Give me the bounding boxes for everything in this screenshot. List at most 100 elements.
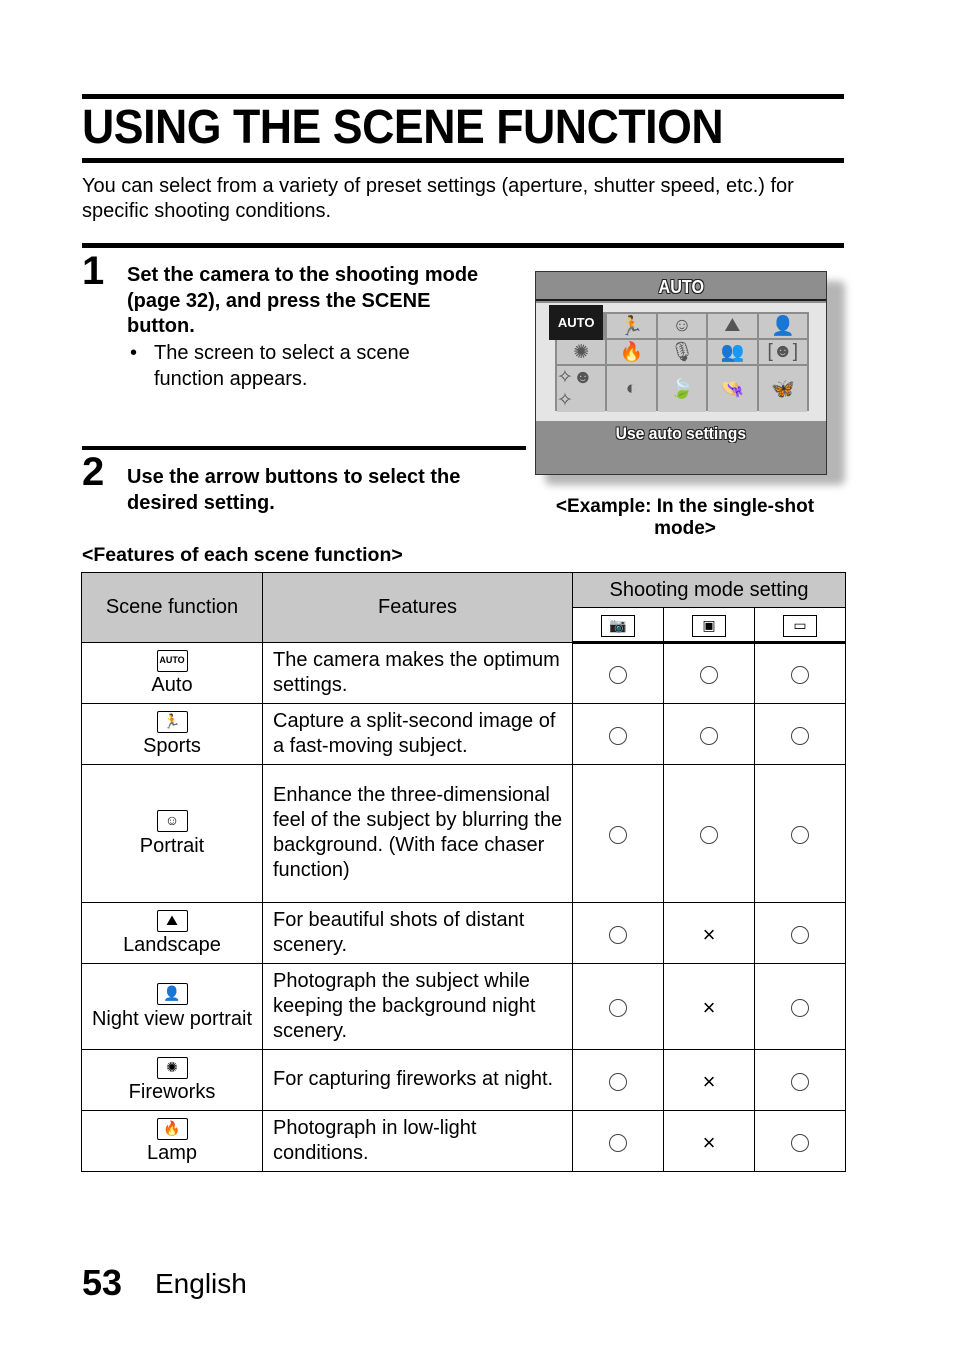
camera-screen-header: AUTO <box>536 272 826 301</box>
unavailable-mark: × <box>702 1068 716 1094</box>
mode-icon-header: ▭ <box>753 607 847 644</box>
bullet-dot: • <box>130 342 138 364</box>
table-row: ✺ Fireworks For capturing fireworks at nig… <box>81 1049 847 1111</box>
sequential-shot-icon: ▣ <box>692 615 726 637</box>
mode-availability-cell <box>753 1110 847 1172</box>
step-number: 2 <box>82 450 105 494</box>
fireworks-icon[interactable]: ✺ <box>557 340 606 364</box>
page-title: USING THE SCENE FUNCTION <box>82 101 724 154</box>
hat-icon[interactable]: 👒 <box>708 366 757 412</box>
mode-availability-cell <box>572 703 664 765</box>
available-mark <box>609 666 627 685</box>
mode-availability-cell <box>572 1049 664 1111</box>
scene-cell: 🔥 Lamp <box>81 1110 263 1172</box>
lamp-scene-icon: 🔥 <box>156 1117 188 1140</box>
table-row: 🔥 Lamp Photograph in low-light conditions.… <box>81 1110 847 1172</box>
scene-name: Sports <box>143 735 201 757</box>
intro-text: You can select from a variety of preset … <box>82 175 794 222</box>
mode-availability-cell <box>663 703 755 765</box>
scene-icon-grid: AUTO 🏃 ☺ ⛰ 👤 ✺ 🔥 🎙 👥 [☻] ✧☻✧ ◐ 🍃 👒 🦋 <box>549 305 809 412</box>
available-mark <box>791 826 809 845</box>
available-mark <box>609 925 627 944</box>
camera-screen-illustration: AUTO AUTO 🏃 ☺ ⛰ 👤 ✺ 🔥 🎙 👥 [☻] ✧☻✧ ◐ 🍃 👒 🦋 Use auto set… <box>535 271 827 475</box>
sparkle-face-icon[interactable]: ✧☻✧ <box>557 366 606 412</box>
step-bullet: • The screen to select a scene function … <box>130 341 470 392</box>
available-mark <box>609 726 627 745</box>
leaf-icon[interactable]: 🍃 <box>657 366 707 412</box>
sports-scene-icon: 🏃 <box>156 710 188 733</box>
page-number: 53 <box>82 1262 123 1303</box>
mode-availability-cell: × <box>663 963 755 1050</box>
night-portrait-scene-icon: 👤 <box>156 983 188 1006</box>
mode-availability-cell <box>572 963 664 1050</box>
table-row: AUTO Auto The camera makes the optimum set… <box>81 642 847 704</box>
mode-availability-cell <box>572 1110 664 1172</box>
table-row: 👤 Night view portrait Photograph the subje… <box>81 963 847 1050</box>
camera-screen-caption: <Example: In the single-shot mode> <box>555 496 815 539</box>
mode-availability-cell <box>753 764 847 903</box>
table-row: ☺ Portrait Enhance the three-dimensional f… <box>81 764 847 903</box>
mode-availability-cell: × <box>663 1110 755 1172</box>
features-cell: Enhance the three-dimensional feel of th… <box>262 764 573 903</box>
available-mark <box>609 1133 627 1152</box>
mode-availability-cell <box>753 1049 847 1111</box>
butterfly-icon[interactable]: 🦋 <box>758 366 807 412</box>
portrait-scene-icon: ☺ <box>156 810 188 833</box>
landscape-scene-icon: ⛰ <box>156 909 188 932</box>
available-mark <box>700 726 718 745</box>
scene-name: Night view portrait <box>91 1007 253 1030</box>
scene-cell: AUTO Auto <box>81 642 263 704</box>
lamp-icon[interactable]: 🔥 <box>607 340 656 364</box>
table-row: ⛰ Landscape For beautiful shots of distant… <box>81 902 847 964</box>
camera-screen-mode-label: AUTO <box>658 277 704 297</box>
title-bottom-rule <box>82 158 844 163</box>
available-mark <box>700 666 718 685</box>
page-language: English <box>155 1268 247 1299</box>
camera-screen-body: AUTO 🏃 ☺ ⛰ 👤 ✺ 🔥 🎙 👥 [☻] ✧☻✧ ◐ 🍃 👒 🦋 <box>536 303 826 421</box>
mode-availability-cell <box>663 764 755 903</box>
group-icon[interactable]: 👥 <box>708 340 757 364</box>
scene-name: Landscape <box>123 934 221 956</box>
available-mark <box>609 826 627 845</box>
step1-rule <box>82 243 844 248</box>
mode-availability-cell <box>753 642 847 704</box>
header-features: Features <box>262 572 573 643</box>
step-instruction: Use the arrow buttons to select the desi… <box>127 466 461 514</box>
scene-name: Portrait <box>139 834 205 857</box>
available-mark <box>791 1133 809 1152</box>
mode-availability-cell <box>753 902 847 964</box>
step-instruction: Set the camera to the shooting mode (pag… <box>127 264 479 337</box>
scene-cell: ✺ Fireworks <box>81 1049 263 1111</box>
auto-scene-icon: AUTO <box>156 649 188 672</box>
features-heading: <Features of each scene function> <box>82 544 403 566</box>
camera-screen-footer: Use auto settings <box>536 421 826 474</box>
available-mark <box>609 999 627 1018</box>
available-mark <box>791 999 809 1018</box>
mode-icon-header: 📷 <box>572 607 664 644</box>
scene-name: Auto <box>151 674 193 696</box>
mode-availability-cell <box>572 764 664 903</box>
table-body: AUTO Auto The camera makes the optimum set… <box>81 642 847 1172</box>
mode-availability-cell <box>663 642 755 704</box>
scene-cell: ☺ Portrait <box>81 764 263 903</box>
features-cell: Photograph in low-light conditions. <box>262 1110 573 1172</box>
portrait-icon[interactable]: ☺ <box>657 314 707 338</box>
unavailable-mark: × <box>702 1129 716 1155</box>
night-portrait-icon[interactable]: 👤 <box>758 314 807 338</box>
mic-icon[interactable]: 🎙 <box>657 340 707 364</box>
available-mark <box>700 826 718 845</box>
scene-cell: 🏃 Sports <box>81 703 263 765</box>
face-frame-icon[interactable]: [☻] <box>758 340 807 364</box>
mode-availability-cell <box>753 963 847 1050</box>
auto-icon[interactable]: AUTO <box>549 305 604 340</box>
features-cell: Photograph the subject while keeping the… <box>262 963 573 1050</box>
available-mark <box>791 726 809 745</box>
sports-icon[interactable]: 🏃 <box>607 314 656 338</box>
mode-icon-header: ▣ <box>663 607 755 644</box>
contrast-icon[interactable]: ◐ <box>607 366 656 412</box>
table-row: 🏃 Sports Capture a split-second image of a… <box>81 703 847 765</box>
features-cell: Capture a split-second image of a fast-m… <box>262 703 573 765</box>
available-mark <box>609 1072 627 1091</box>
landscape-icon[interactable]: ⛰ <box>708 314 757 338</box>
available-mark <box>791 1072 809 1091</box>
